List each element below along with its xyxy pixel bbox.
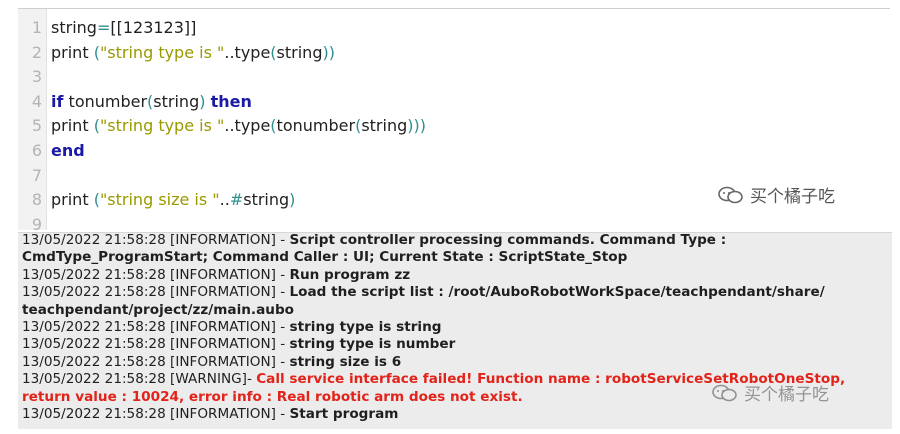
line-number: 1 (31, 18, 42, 37)
log-message: CmdType_ProgramStart; Command Caller : U… (22, 249, 628, 266)
log-timestamp: 13/05/2022 21:58:28 [WARNING]- (22, 371, 257, 388)
code-text: print ("string type is "..type(tonumber(… (51, 114, 426, 138)
code-token: # (229, 190, 244, 210)
log-message: teachpendant/project/zz/main.aubo (22, 301, 295, 318)
code-token: string (243, 190, 290, 210)
log-timestamp: 13/05/2022 21:58:28 [INFORMATION] - (22, 336, 290, 353)
code-token: tonumber (63, 91, 148, 111)
code-line[interactable]: 9 (18, 213, 890, 230)
code-line[interactable]: 5 print ("string type is "..type(tonumber… (18, 114, 890, 138)
code-token: ..type (224, 116, 271, 136)
code-token: [[123123]] (110, 18, 197, 37)
watermark-top: 买个橘子吃 (718, 182, 835, 207)
code-token: tonumber (276, 116, 356, 136)
code-token: end (51, 141, 85, 160)
code-line[interactable]: 6 end (18, 139, 890, 163)
code-token: "string type is " (99, 42, 225, 62)
code-line[interactable]: 3 (18, 65, 890, 89)
log-timestamp: 13/05/2022 21:58:28 [INFORMATION] - (22, 284, 290, 301)
line-number: 5 (31, 116, 42, 136)
log-row: CmdType_ProgramStart; Command Caller : U… (22, 249, 627, 266)
editor-top-border (18, 8, 890, 9)
log-row: 13/05/2022 21:58:28 [INFORMATION] - Scri… (22, 232, 727, 249)
log-message: string type is string (289, 319, 442, 335)
log-timestamp: 13/05/2022 21:58:28 [INFORMATION] - (22, 353, 290, 370)
code-text: string=[[123123]] (51, 16, 196, 40)
code-token: then (210, 91, 252, 111)
wechat-channel-icon (712, 384, 737, 401)
code-token: string (51, 18, 97, 37)
code-line[interactable]: 1 string=[[123123]] (18, 16, 890, 40)
code-text: print ("string type is "..type(string)) (51, 41, 335, 65)
log-timestamp: 13/05/2022 21:58:28 [INFORMATION] - (22, 266, 290, 283)
code-token: string (276, 42, 323, 62)
log-row: 13/05/2022 21:58:28 [INFORMATION] - Star… (22, 406, 398, 423)
watermark-label: 买个橘子吃 (744, 385, 829, 405)
code-token: ) (289, 190, 296, 210)
code-token: if (51, 91, 64, 111)
line-number: 8 (31, 190, 42, 210)
log-row: 13/05/2022 21:58:28 [INFORMATION] - stri… (22, 319, 441, 336)
line-number: 4 (31, 91, 42, 111)
line-number: 3 (31, 67, 42, 87)
watermark-bottom: 买个橘子吃 (712, 380, 829, 405)
code-token: print (51, 42, 94, 62)
log-message: string size is 6 (289, 353, 402, 370)
code-text: if tonumber(string) then (51, 90, 252, 114)
log-message: return value : 10024, error info : Real … (22, 388, 523, 405)
log-message: Start program (289, 406, 399, 422)
line-number: 9 (31, 214, 42, 230)
log-message: Script controller processing commands. C… (289, 232, 727, 248)
code-token: ..type (224, 42, 271, 62)
log-row: 13/05/2022 21:58:28 [INFORMATION] - Run … (22, 267, 410, 284)
code-text: print ("string size is "..#string) (51, 188, 295, 212)
log-row: teachpendant/project/zz/main.aubo (22, 302, 294, 319)
code-token: print (51, 116, 94, 136)
code-token: = (96, 18, 111, 37)
code-token: ))) (407, 116, 426, 136)
code-line[interactable]: 4 if tonumber(string) then (18, 90, 890, 114)
code-token: .. (219, 190, 230, 210)
code-token: )) (322, 42, 335, 62)
code-line[interactable]: 2 print ("string type is "..type(string)) (18, 41, 890, 65)
line-number: 7 (31, 165, 42, 185)
line-number: 6 (31, 141, 42, 160)
log-message: Run program zz (289, 266, 411, 283)
log-row-warning: return value : 10024, error info : Real … (22, 389, 523, 406)
code-token: print (51, 190, 94, 210)
code-token: "string type is " (99, 116, 225, 136)
log-message: string type is number (289, 336, 456, 353)
line-number: 2 (31, 42, 42, 62)
watermark-label: 买个橘子吃 (750, 187, 835, 207)
code-token: string (361, 116, 408, 136)
log-row: 13/05/2022 21:58:28 [INFORMATION] - Load… (22, 284, 825, 301)
code-token: "string size is " (99, 190, 220, 210)
log-row: 13/05/2022 21:58:28 [INFORMATION] - stri… (22, 354, 401, 371)
log-timestamp: 13/05/2022 21:58:28 [INFORMATION] - (22, 319, 290, 335)
code-token: string (153, 91, 200, 111)
log-timestamp: 13/05/2022 21:58:28 [INFORMATION] - (22, 232, 290, 248)
log-timestamp: 13/05/2022 21:58:28 [INFORMATION] - (22, 406, 290, 422)
log-row: 13/05/2022 21:58:28 [INFORMATION] - stri… (22, 336, 455, 353)
wechat-channel-icon (718, 186, 743, 203)
code-text: end (51, 139, 85, 163)
log-message: Load the script list : /root/AuboRobotWo… (289, 284, 825, 301)
